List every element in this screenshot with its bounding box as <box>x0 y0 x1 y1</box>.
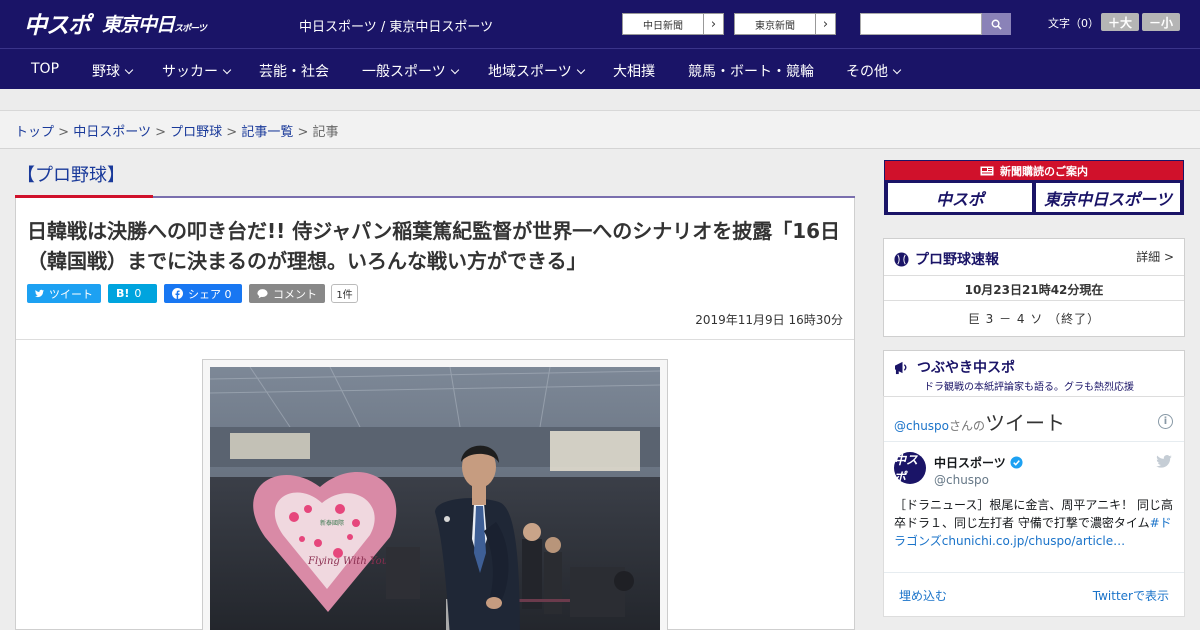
newspaper-icon <box>980 166 994 175</box>
chevron-down-icon <box>576 65 585 74</box>
site-name[interactable]: 中日スポーツ / 東京中日スポーツ <box>299 16 493 35</box>
category-title: 【プロ野球】 <box>17 165 125 186</box>
tweet-text: ［ドラニュース］根尾に金言、周平アニキ！ 同じ高卒ドラ１、同じ左打者 守備で打撃… <box>894 498 1173 548</box>
article-headline: 日韓戦は決勝への叩き台だ!! 侍ジャパン稲葉篤紀監督が世界一へのシナリオを披露「… <box>27 219 841 273</box>
info-icon[interactable]: i <box>1158 414 1173 429</box>
embed-link[interactable]: 埋め込む <box>899 587 947 604</box>
nav-item-racing[interactable]: 競馬・ボート・競輪 <box>688 61 814 81</box>
view-on-twitter-link[interactable]: Twitterで表示 <box>1093 587 1169 604</box>
nav-item-sumo[interactable]: 大相撲 <box>613 61 655 81</box>
game-score[interactable]: 巨 3 － 4 ソ （終了） <box>884 310 1184 327</box>
verified-badge-icon <box>1010 456 1023 469</box>
hatena-icon: B! <box>116 287 130 300</box>
font-increase-button[interactable]: ＋大 <box>1101 13 1139 31</box>
article-photo[interactable]: Flying With You 新泰國際 <box>210 367 660 630</box>
article-photo-frame: Flying With You 新泰國際 <box>202 359 668 630</box>
divider <box>884 275 1184 276</box>
twitter-bird-icon[interactable] <box>1156 455 1172 468</box>
breadcrumb-link[interactable]: 記事一覧 <box>241 125 293 140</box>
search-input[interactable] <box>860 13 982 35</box>
article-card: 日韓戦は決勝への叩き台だ!! 侍ジャパン稲葉篤紀監督が世界一へのシナリオを披露「… <box>15 198 855 630</box>
breadcrumb: トップ > 中日スポーツ > プロ野球 > 記事一覧 > 記事 <box>15 125 339 140</box>
chevron-right-icon: › <box>703 14 723 34</box>
baseball-icon <box>894 251 909 267</box>
nav-item-other[interactable]: その他 <box>846 61 902 81</box>
account-name[interactable]: 中日スポーツ <box>934 454 1023 471</box>
photo-manager-at-airport: Flying With You 新泰國際 <box>210 367 660 630</box>
divider <box>884 441 1184 442</box>
tweet-link[interactable]: chunichi.co.jp/chuspo/article… <box>942 534 1125 548</box>
photo-sign-text: 新泰國際 <box>320 519 344 527</box>
divider <box>884 572 1184 573</box>
subscription-header: 新聞購読のご案内 <box>885 161 1183 180</box>
tweet-button[interactable]: ツイート <box>27 284 101 303</box>
nav-item-top[interactable]: TOP <box>31 61 59 77</box>
search-icon <box>991 19 1002 30</box>
article-column: 【プロ野球】 日韓戦は決勝への叩き台だ!! 侍ジャパン稲葉篤紀監督が世界一へのシ… <box>15 149 855 630</box>
breadcrumb-link[interactable]: プロ野球 <box>170 125 222 140</box>
speech-bubble-icon <box>257 289 268 299</box>
score-timestamp: 10月23日21時42分現在 <box>964 283 1104 297</box>
baseball-live-title: プロ野球速報 <box>894 249 999 269</box>
publish-date: 2019年11月9日 16時30分 <box>695 313 843 327</box>
megaphone-icon <box>895 361 907 374</box>
logo-tokyo-chunichi: 東京中日スポーツ <box>102 13 207 36</box>
tweets-header-box: つぶやき中スポ ドラ観戦の本紙評論家も語る。グラも熱烈応援 <box>883 350 1185 396</box>
timeline-heading: @chuspoさんのツイート <box>894 411 1066 435</box>
photo-sign-text: Flying With You <box>307 556 388 567</box>
nav-item-general-sports[interactable]: 一般スポーツ <box>362 61 459 81</box>
facebook-share-button[interactable]: シェア 0 <box>164 284 242 303</box>
account-handle[interactable]: @chuspo <box>934 473 989 487</box>
tweets-subtitle: ドラ観戦の本紙評論家も語る。グラも熱烈応援 <box>924 382 1134 393</box>
divider <box>884 300 1184 301</box>
nav-item-baseball[interactable]: 野球 <box>92 61 134 81</box>
search-button[interactable] <box>982 13 1011 35</box>
baseball-live-box: プロ野球速報 詳細 > 10月23日21時42分現在 巨 3 － 4 ソ （終了… <box>883 238 1185 337</box>
nav-item-local-sports[interactable]: 地域スポーツ <box>488 61 585 81</box>
comment-button[interactable]: コメント <box>249 284 325 303</box>
subscribe-tokyo-chunichi-button[interactable]: 東京中日スポーツ <box>1036 183 1180 212</box>
chevron-down-icon <box>222 65 232 74</box>
hatena-bookmark-button[interactable]: B! 0 <box>108 284 157 303</box>
tokyo-shimbun-link[interactable]: 東京新聞 › <box>734 13 836 35</box>
twitter-timeline: @chuspoさんのツイート i 中スポ 中日スポーツ @chuspo ［ドラニ… <box>883 396 1185 617</box>
nav-item-entertainment[interactable]: 芸能・社会 <box>259 61 329 81</box>
breadcrumb-link[interactable]: トップ <box>15 125 54 140</box>
main-nav: TOP 野球 サッカー 芸能・社会 一般スポーツ 地域スポーツ 大相撲 競馬・ボ… <box>0 48 1200 89</box>
chevron-down-icon <box>892 65 902 74</box>
facebook-icon <box>172 288 183 299</box>
chunichi-shimbun-link[interactable]: 中日新聞 › <box>622 13 724 35</box>
ad-strip <box>0 89 1200 111</box>
chevron-down-icon <box>124 65 134 74</box>
chevron-down-icon <box>450 65 459 74</box>
site-logo[interactable]: 中スポ 東京中日スポーツ <box>24 8 207 39</box>
divider <box>16 339 854 340</box>
twitter-icon <box>35 289 44 298</box>
logo-chuspo: 中スポ <box>24 13 91 39</box>
avatar[interactable]: 中スポ <box>894 452 926 484</box>
subscription-banner: 新聞購読のご案内 中スポ 東京中日スポーツ <box>884 160 1184 215</box>
tweets-title: つぶやき中スポ <box>894 357 1015 377</box>
breadcrumb-link[interactable]: 中日スポーツ <box>73 125 151 140</box>
chevron-right-icon: › <box>815 14 835 34</box>
breadcrumb-current: 記事 <box>312 125 339 140</box>
comment-count-badge[interactable]: 1件 <box>331 284 358 303</box>
top-header: 中スポ 東京中日スポーツ 中日スポーツ / 東京中日スポーツ 中日新聞 › 東京… <box>0 0 1200 48</box>
baseball-detail-link[interactable]: 詳細 > <box>1136 248 1174 265</box>
subscribe-chuspo-button[interactable]: 中スポ <box>888 183 1032 212</box>
font-size-label: 文字（0） <box>1048 17 1099 30</box>
font-decrease-button[interactable]: －小 <box>1142 13 1180 31</box>
nav-item-soccer[interactable]: サッカー <box>162 61 232 81</box>
